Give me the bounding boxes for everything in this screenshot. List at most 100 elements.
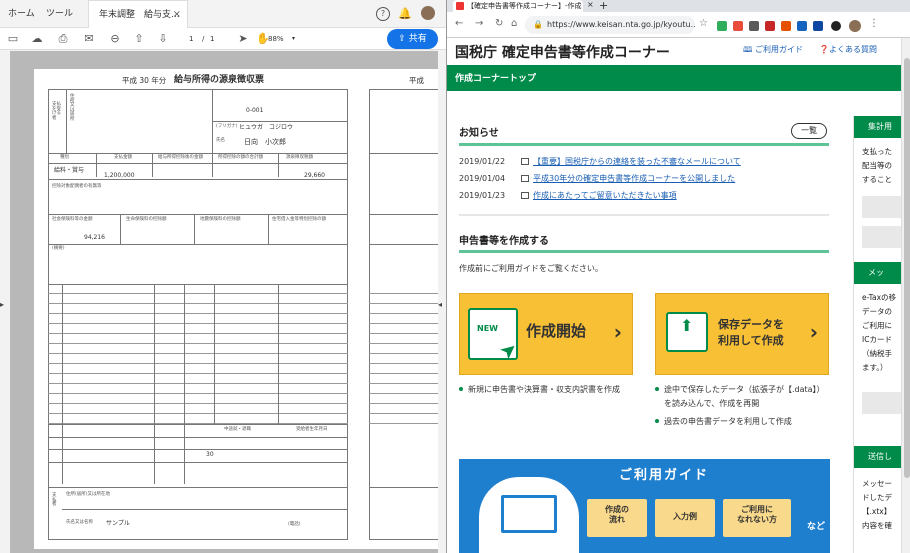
address-bar[interactable]: 🔒 https://www.keisan.nta.go.jp/kyoutu... [525,16,695,34]
guide-flow-button[interactable]: 作成の 流れ [587,499,647,537]
right-panel-toggle-icon[interactable]: ◂ [438,300,446,320]
pdf-toolbar: ▭ ☁ ⎙ ✉ ⊖ ⇧ ⇩ 1 / 1 ➤ ✋ 88% ▾ [0,28,446,50]
create-heading: 申告書等を作成する [459,236,549,247]
tab-document[interactable]: 年末調整 給与支... × [88,0,188,28]
side-header-send: 送信し [854,446,901,468]
new-tab-button[interactable]: + [599,0,608,12]
notice-item[interactable]: 2019/01/04 平成30年分の確定申告書等作成コーナーを公開しました [459,173,735,184]
furigana-label: (フリガナ) [216,124,238,129]
extension-ui-icon[interactable] [813,21,823,31]
use-saved-data-button[interactable]: ⬆ 保存データを 利用して作成 › [655,293,829,375]
header-link-guide[interactable]: 🕮 ご利用ガイド [743,44,803,58]
start-creation-button[interactable]: NEW ➤ 作成開始 › [459,293,633,375]
divider [459,214,829,216]
create-subtext: 作成前にご利用ガイドをご覧ください。 [459,264,603,273]
pdf-document-area[interactable]: 平成 30 年分 給与所得の源泉徴収票 支払を受ける者 住所又は居所 0-001… [10,51,438,553]
share-button[interactable]: ⇪ 共有 [387,29,438,49]
guide-etc: など [807,522,826,532]
header-link-faq[interactable]: ❓よくある質問 [819,44,877,55]
reload-icon[interactable]: ↻ [495,18,503,29]
print-icon[interactable]: ⎙ [56,32,70,46]
zoom-out-icon[interactable]: ⊖ [108,32,122,46]
forward-icon[interactable]: → [475,18,483,29]
housing-loan-label: 住宅借入金等特別控除の額 [272,217,326,222]
star-icon[interactable]: ☆ [699,18,708,29]
divider [459,143,829,146]
section-bar-label[interactable]: 作成コーナートップ [455,71,536,84]
guide-first-time-button[interactable]: ご利用に なれない方 [723,499,791,537]
saved-label-1: 保存データを [718,318,784,331]
side-panel: 集計用 支払った 配当等の すること メッ e-Taxの移 データの ご利用に … [853,116,901,553]
scrollbar-thumb[interactable] [904,58,910,478]
lock-icon: 🔒 [533,20,543,29]
saved-label-2: 利用して作成 [718,334,784,347]
section-bar: 作成コーナートップ [447,65,901,91]
vertical-scrollbar[interactable] [901,38,910,553]
page-current[interactable]: 1 [189,36,193,43]
extension-icon[interactable] [749,21,759,31]
col-tax: 源泉徴収税額 [286,155,313,160]
browser-tab[interactable]: 【確定申告書等作成コーナー】-作成 [453,0,583,12]
guide-banner[interactable]: ご利用ガイド 作成の 流れ 入力例 ご利用に なれない方 など [459,459,830,553]
start-bullet: 新規に申告書や決算書・収支内訳書を作成 [459,384,620,395]
browser-tab-strip: 【確定申告書等作成コーナー】-作成 × + [447,0,910,12]
upload-cloud-icon[interactable]: ☁ [30,32,44,46]
screen: ホーム ツール 年末調整 給与支... × ? 🔔 ▭ ☁ ⎙ ✉ ⊖ ⇧ ⇩ … [0,0,910,553]
guide-example-button[interactable]: 入力例 [655,499,715,537]
chevron-right-icon: › [809,320,818,344]
extension-evernote-icon[interactable] [717,21,727,31]
furigana-value: ヒュウガ コジロウ [239,124,294,131]
window-icon [521,158,529,165]
extension-abp-icon[interactable] [733,21,743,31]
book-icon: 🕮 [743,45,755,54]
recipient-label: 支払を受ける者 [52,102,61,121]
insurance-earthquake-label: 地震保険料の控除額 [200,217,241,222]
extension-icon-3[interactable] [797,21,807,31]
web-page: 国税庁 確定申告書等作成コーナー 🕮 ご利用ガイド ❓よくある質問 作成コーナー… [447,38,901,553]
insurance-social-label: 社会保険料等の金額 [52,217,93,222]
home-icon[interactable]: ⌂ [511,18,517,29]
menu-icon[interactable]: ⋮ [869,18,879,29]
next-page-icon[interactable]: ⇩ [156,32,170,46]
zoom-level[interactable]: 88% [268,36,284,43]
bell-icon[interactable]: 🔔 [398,7,412,21]
page-separator: / [202,35,205,43]
window-icon [521,192,529,199]
side-button[interactable] [862,226,901,248]
phone-label: (電話) [288,522,301,527]
save-icon[interactable]: ▭ [6,32,20,46]
notice-item[interactable]: 2019/01/23 作成にあたってご留意いただきたい事項 [459,190,677,201]
birth-day-value: 30 [206,451,214,458]
left-panel-toggle-icon[interactable]: ▸ [0,300,8,320]
avatar[interactable] [421,6,435,20]
prev-page-icon[interactable]: ⇧ [132,32,146,46]
window-icon [521,175,529,182]
side-button[interactable] [862,196,901,218]
mid-year-label: 中途就・退職 [224,427,251,432]
tab-close-icon[interactable]: × [587,0,594,9]
cursor-tool-icon[interactable]: ➤ [236,32,250,46]
close-icon[interactable]: × [173,1,181,29]
tab-document-label: 年末調整 給与支... [99,10,180,20]
folder-upload-icon: ⬆ [666,312,708,352]
payer-label: 支払者 [52,493,57,507]
chevron-right-icon: › [613,320,622,344]
tab-home[interactable]: ホーム [8,0,35,28]
notices-more-button[interactable]: 一覧 [791,123,827,139]
tab-tools[interactable]: ツール [46,0,73,28]
extension-icon-2[interactable] [781,21,791,31]
side-button[interactable] [862,392,901,414]
help-icon[interactable]: ? [376,7,390,21]
site-title[interactable]: 国税庁 確定申告書等作成コーナー [455,42,670,62]
mail-icon[interactable]: ✉ [82,32,96,46]
extension-icon-4[interactable] [831,21,841,31]
profile-avatar[interactable] [849,20,861,32]
col-type: 種別 [60,155,69,160]
remarks-label: (摘要) [52,246,65,251]
name-label: 氏名 [216,138,225,143]
doc-title: 給与所得の源泉徴収票 [174,75,265,85]
chevron-down-icon[interactable]: ▾ [292,36,295,42]
notice-item[interactable]: 2019/01/22 【重要】国税庁からの連絡を装った不審なメールについて [459,156,741,167]
back-icon[interactable]: ← [455,18,463,29]
extension-pdf-icon[interactable] [765,21,775,31]
